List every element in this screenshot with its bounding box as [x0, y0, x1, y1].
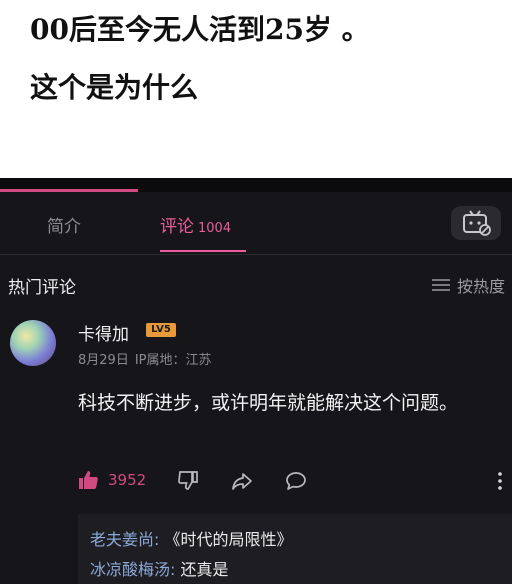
speech-bubble-icon — [286, 472, 306, 490]
like-count: 3952 — [108, 471, 147, 489]
comment-ip-location: IP属地：江苏 — [134, 353, 212, 368]
comment-panel: 简介 评论 1004 热门评论 按热度 卡得加 LV5 8月29日 IP属地：江… — [0, 178, 512, 584]
tab-active-indicator — [160, 250, 246, 252]
hot-comments-header: 热门评论 — [8, 278, 76, 298]
level-badge: LV5 — [146, 323, 176, 337]
comment-date: 8月29日 — [78, 353, 129, 368]
caption-line-2: 这个是为什么 — [30, 71, 199, 104]
comment-meta: 8月29日 IP属地：江苏 — [78, 349, 218, 368]
reply-text: 《时代的局限性》 — [159, 530, 293, 549]
thumbs-down-icon — [178, 471, 198, 490]
reply-username[interactable]: 老夫姜尚: — [90, 530, 159, 549]
tab-comments-count: 1004 — [198, 221, 232, 236]
reply-username[interactable]: 冰凉酸梅汤: — [90, 560, 175, 579]
comment-actions: 3952 — [76, 468, 506, 498]
caption-line-1: 00后至今无人活到25岁 。 — [30, 13, 370, 46]
video-progress-bar[interactable] — [0, 178, 512, 192]
more-vertical-icon — [498, 472, 502, 490]
reply-button[interactable] — [284, 469, 308, 497]
tv-button[interactable] — [451, 206, 501, 240]
post-caption: 00后至今无人活到25岁 。 这个是为什么 — [0, 0, 512, 178]
share-button[interactable] — [230, 469, 254, 497]
tab-intro[interactable]: 简介 — [47, 212, 81, 237]
tv-mascot-icon — [463, 210, 491, 236]
more-button[interactable] — [488, 469, 512, 497]
reply-preview[interactable]: 老夫姜尚: 《时代的局限性》 冰凉酸梅汤: 还真是 — [78, 514, 512, 584]
like-button[interactable]: 3952 — [76, 468, 146, 492]
thumbs-up-icon — [79, 471, 98, 489]
list-sort-icon — [432, 279, 450, 291]
tab-comments[interactable]: 评论 1004 — [160, 212, 231, 237]
tab-bar: 简介 评论 1004 — [0, 192, 512, 255]
comment-text: 科技不断进步，或许明年就能解决这个问题。 — [78, 392, 459, 414]
avatar[interactable] — [10, 320, 56, 366]
dislike-button[interactable] — [176, 469, 200, 497]
reply-item[interactable]: 老夫姜尚: 《时代的局限性》 — [90, 526, 293, 550]
sort-button[interactable]: 按热度 — [432, 273, 505, 297]
reply-item[interactable]: 冰凉酸梅汤: 还真是 — [90, 556, 229, 580]
comment-username[interactable]: 卡得加 — [78, 320, 129, 345]
tab-comments-label: 评论 — [160, 217, 194, 237]
reply-text: 还真是 — [175, 560, 229, 579]
share-arrow-icon — [232, 473, 252, 490]
sort-label: 按热度 — [457, 277, 506, 296]
